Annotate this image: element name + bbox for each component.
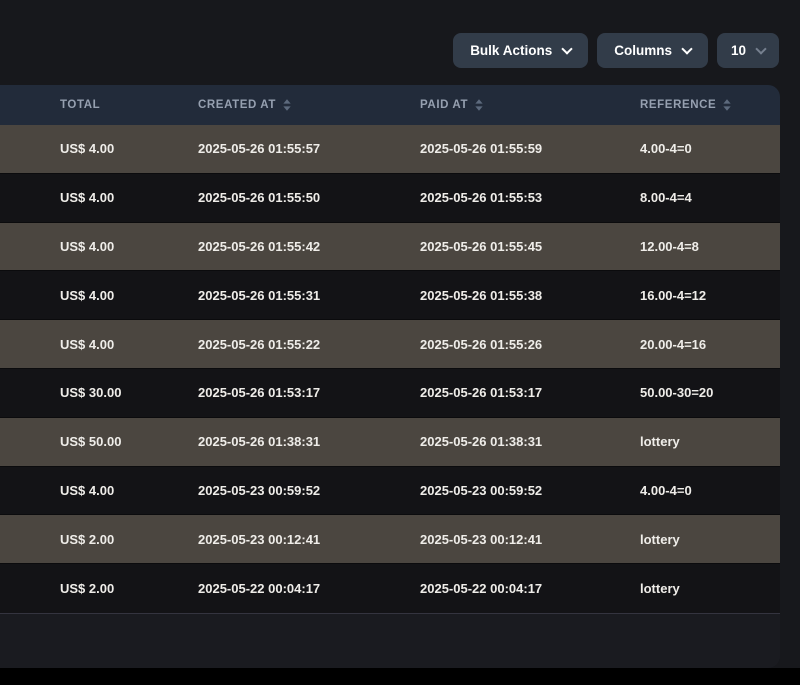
cell-created_at: 2025-05-26 01:55:42: [198, 239, 420, 254]
cell-created_at: 2025-05-26 01:38:31: [198, 434, 420, 449]
column-header-paid_at[interactable]: PAID AT: [420, 99, 640, 111]
column-header-label: CREATED AT: [198, 99, 276, 111]
column-header-label: REFERENCE: [640, 99, 716, 111]
cell-paid_at: 2025-05-23 00:12:41: [420, 532, 640, 547]
cell-reference: 50.00-30=20: [640, 385, 780, 400]
table-row[interactable]: US$ 4.002025-05-23 00:59:522025-05-23 00…: [0, 467, 780, 516]
cell-reference: 20.00-4=16: [640, 337, 780, 352]
chevron-down-icon: [562, 43, 573, 54]
table-header-row: TOTAL CREATED AT PAID AT REFERENCE: [0, 85, 780, 125]
cell-total: US$ 4.00: [60, 288, 198, 303]
cell-total: US$ 4.00: [60, 483, 198, 498]
table-row[interactable]: US$ 2.002025-05-22 00:04:172025-05-22 00…: [0, 564, 780, 613]
cell-paid_at: 2025-05-22 00:04:17: [420, 581, 640, 596]
sort-icon: [475, 99, 483, 111]
cell-total: US$ 4.00: [60, 337, 198, 352]
column-header-label: TOTAL: [60, 99, 100, 111]
cell-created_at: 2025-05-23 00:12:41: [198, 532, 420, 547]
table-row[interactable]: US$ 50.002025-05-26 01:38:312025-05-26 0…: [0, 418, 780, 467]
page-size-select[interactable]: 10: [717, 33, 779, 68]
cell-created_at: 2025-05-26 01:55:57: [198, 141, 420, 156]
cell-paid_at: 2025-05-26 01:53:17: [420, 385, 640, 400]
table-footer: [0, 613, 780, 668]
chevron-down-icon: [755, 43, 766, 54]
cell-created_at: 2025-05-26 01:55:50: [198, 190, 420, 205]
table-row[interactable]: US$ 4.002025-05-26 01:55:312025-05-26 01…: [0, 271, 780, 320]
cell-reference: 8.00-4=4: [640, 190, 780, 205]
cell-reference: 4.00-4=0: [640, 141, 780, 156]
cell-total: US$ 50.00: [60, 434, 198, 449]
cell-created_at: 2025-05-23 00:59:52: [198, 483, 420, 498]
transactions-table: TOTAL CREATED AT PAID AT REFERENCE US$ 4.00…: [0, 85, 780, 668]
chevron-down-icon: [681, 43, 692, 54]
table-row[interactable]: US$ 4.002025-05-26 01:55:222025-05-26 01…: [0, 320, 780, 369]
table-row[interactable]: US$ 4.002025-05-26 01:55:502025-05-26 01…: [0, 174, 780, 223]
column-header-reference[interactable]: REFERENCE: [640, 99, 780, 111]
toolbar: Bulk Actions Columns 10: [0, 0, 800, 85]
cell-reference: 16.00-4=12: [640, 288, 780, 303]
bulk-actions-label: Bulk Actions: [470, 43, 552, 58]
columns-button[interactable]: Columns: [597, 33, 708, 68]
cell-created_at: 2025-05-26 01:53:17: [198, 385, 420, 400]
bulk-actions-button[interactable]: Bulk Actions: [453, 33, 588, 68]
cell-created_at: 2025-05-26 01:55:31: [198, 288, 420, 303]
cell-paid_at: 2025-05-26 01:55:45: [420, 239, 640, 254]
cell-total: US$ 4.00: [60, 239, 198, 254]
sort-icon: [723, 99, 731, 111]
column-header-label: PAID AT: [420, 99, 468, 111]
cell-total: US$ 30.00: [60, 385, 198, 400]
table-row[interactable]: US$ 4.002025-05-26 01:55:572025-05-26 01…: [0, 125, 780, 174]
cell-created_at: 2025-05-26 01:55:22: [198, 337, 420, 352]
column-header-created_at[interactable]: CREATED AT: [198, 99, 420, 111]
cell-paid_at: 2025-05-26 01:38:31: [420, 434, 640, 449]
cell-total: US$ 2.00: [60, 581, 198, 596]
column-header-total: TOTAL: [60, 99, 198, 111]
columns-label: Columns: [614, 43, 672, 58]
page: Bulk Actions Columns 10 TOTAL CREATED AT P…: [0, 0, 800, 668]
cell-paid_at: 2025-05-26 01:55:26: [420, 337, 640, 352]
cell-paid_at: 2025-05-26 01:55:38: [420, 288, 640, 303]
table-row[interactable]: US$ 30.002025-05-26 01:53:172025-05-26 0…: [0, 369, 780, 418]
cell-reference: 4.00-4=0: [640, 483, 780, 498]
cell-created_at: 2025-05-22 00:04:17: [198, 581, 420, 596]
page-size-value: 10: [731, 43, 746, 58]
cell-total: US$ 2.00: [60, 532, 198, 547]
sort-icon: [283, 99, 291, 111]
cell-total: US$ 4.00: [60, 141, 198, 156]
cell-paid_at: 2025-05-26 01:55:59: [420, 141, 640, 156]
table-row[interactable]: US$ 2.002025-05-23 00:12:412025-05-23 00…: [0, 515, 780, 564]
cell-reference: lottery: [640, 581, 780, 596]
table-row[interactable]: US$ 4.002025-05-26 01:55:422025-05-26 01…: [0, 223, 780, 272]
cell-total: US$ 4.00: [60, 190, 198, 205]
table-body: US$ 4.002025-05-26 01:55:572025-05-26 01…: [0, 125, 780, 613]
cell-paid_at: 2025-05-23 00:59:52: [420, 483, 640, 498]
cell-reference: lottery: [640, 532, 780, 547]
cell-paid_at: 2025-05-26 01:55:53: [420, 190, 640, 205]
cell-reference: 12.00-4=8: [640, 239, 780, 254]
cell-reference: lottery: [640, 434, 780, 449]
